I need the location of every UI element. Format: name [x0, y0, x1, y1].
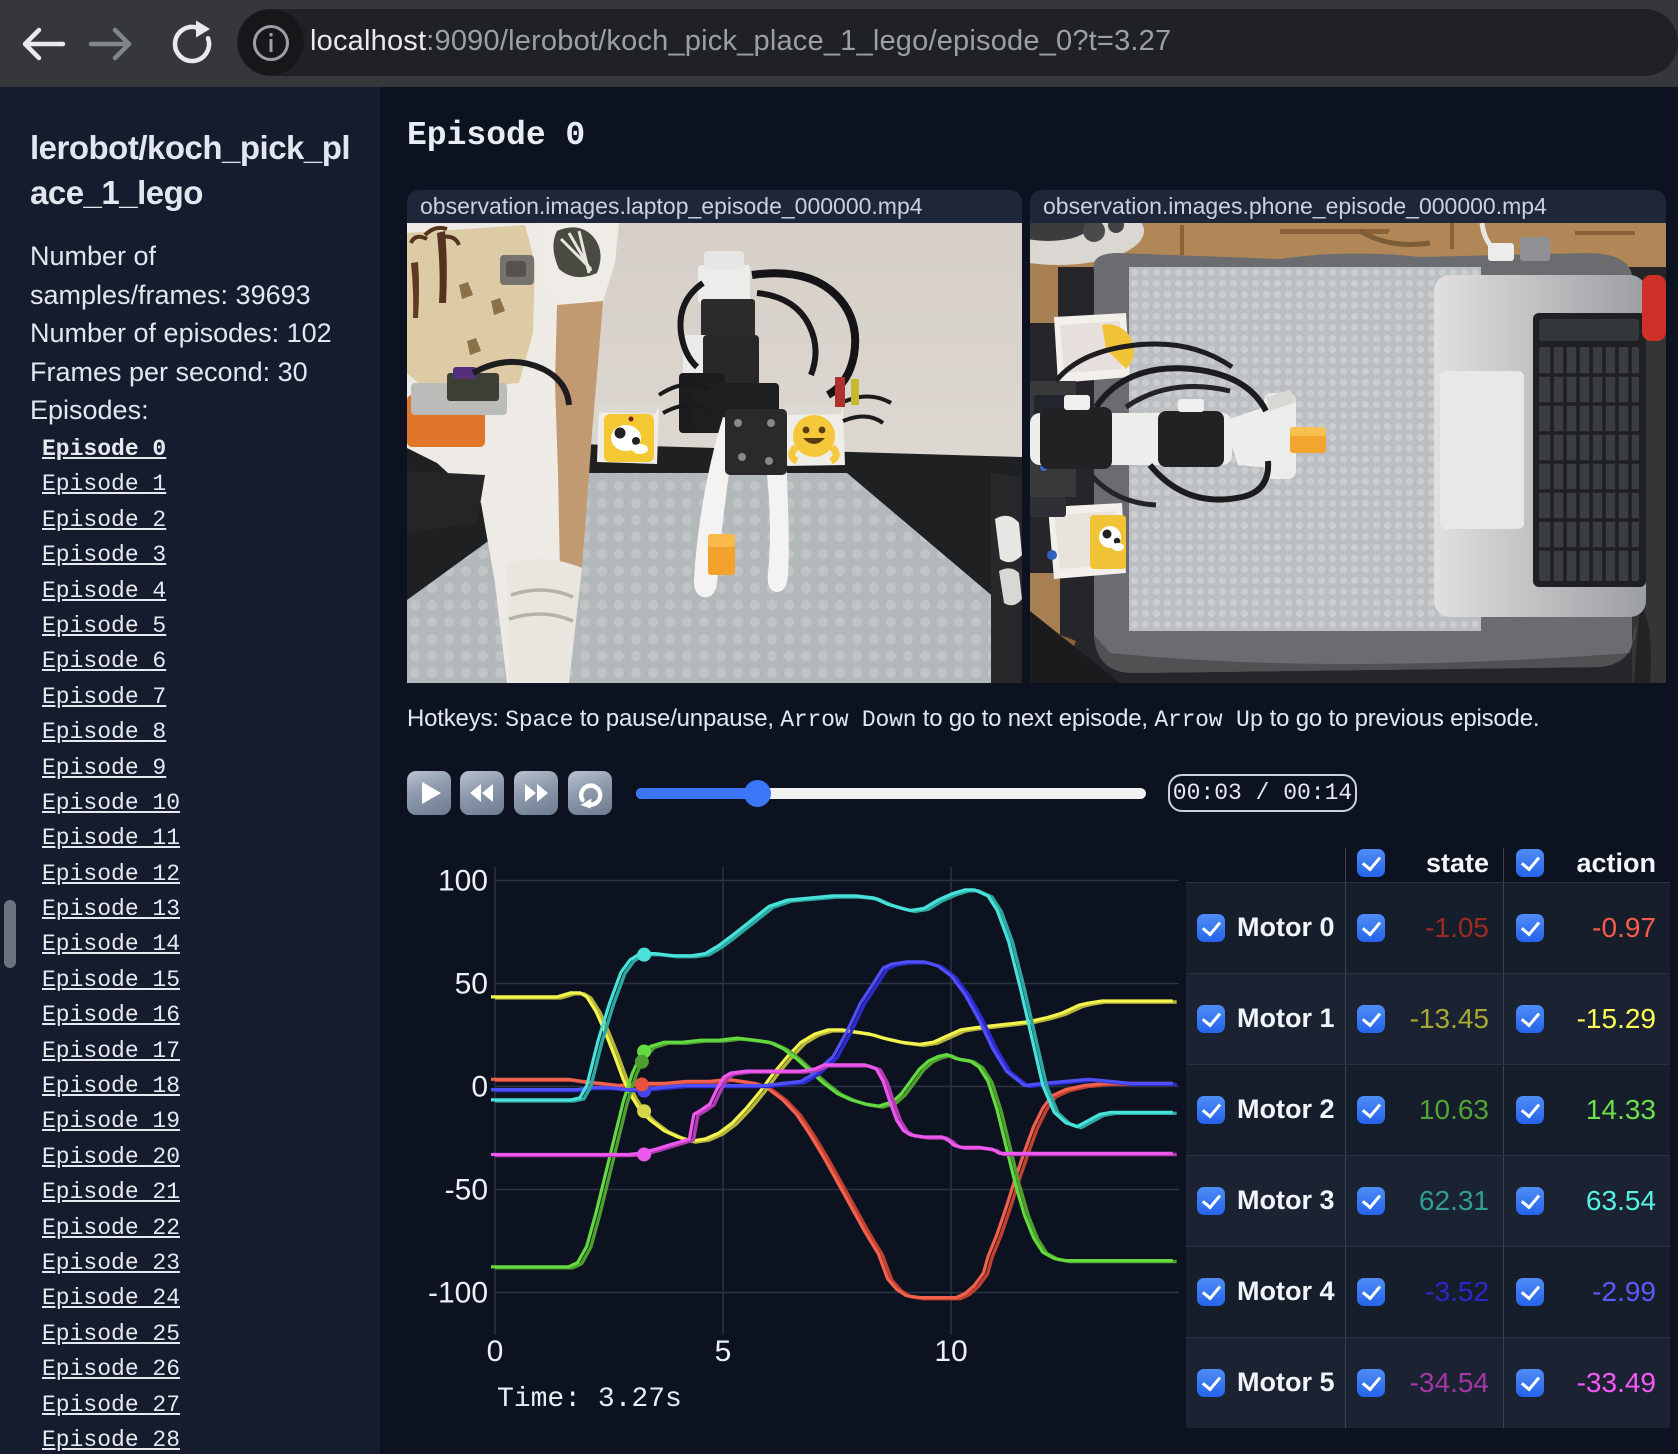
svg-text:0: 0: [471, 1071, 488, 1104]
svg-text:-100: -100: [428, 1277, 488, 1310]
svg-text:10: 10: [934, 1335, 967, 1368]
svg-text:-50: -50: [445, 1174, 488, 1207]
svg-text:50: 50: [455, 968, 488, 1001]
svg-text:5: 5: [715, 1335, 732, 1368]
svg-text:0: 0: [487, 1335, 504, 1368]
svg-text:100: 100: [438, 865, 488, 898]
